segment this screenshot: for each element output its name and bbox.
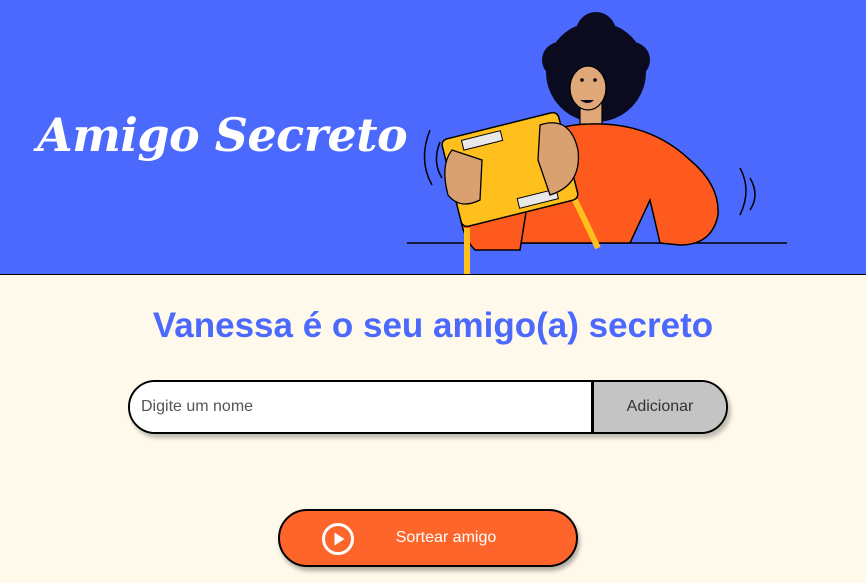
name-input[interactable] [130,382,591,432]
secret-friend-result: Vanessa é o seu amigo(a) secreto [152,306,714,345]
draw-friend-button[interactable]: Sortear amigo [278,509,578,567]
person-holding-gift-illustration [407,12,787,274]
add-button[interactable]: Adicionar [591,382,726,432]
header-banner: Amigo Secreto [0,0,866,275]
add-friend-form: Adicionar [128,380,728,434]
draw-friend-label: Sortear amigo [395,529,497,546]
page-title: Amigo Secreto [37,108,408,162]
